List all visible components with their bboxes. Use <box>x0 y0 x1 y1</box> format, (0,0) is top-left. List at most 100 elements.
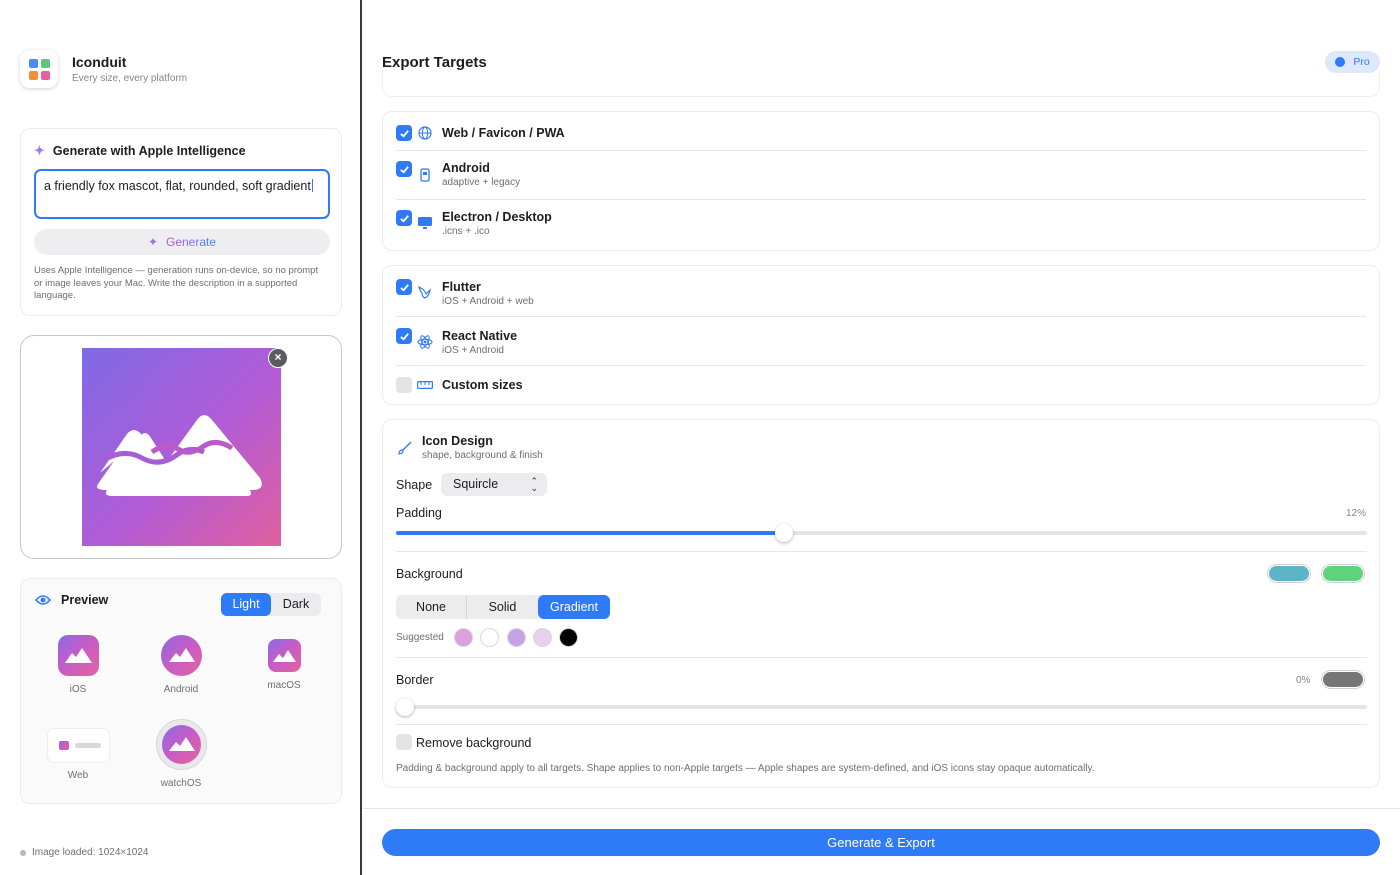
border-slider-knob[interactable] <box>396 698 414 716</box>
flutter-checkbox[interactable] <box>396 279 412 295</box>
light-mode-button[interactable]: Light <box>221 593 271 616</box>
generate-button-label: Generate <box>166 235 217 249</box>
background-mode-segmented: None Solid Gradient <box>396 595 610 619</box>
platform-label: macOS <box>267 680 301 691</box>
app-logo <box>20 50 58 88</box>
appearance-toggle: Light Dark <box>221 593 321 616</box>
target-name: Custom sizes <box>442 378 523 392</box>
atom-icon <box>417 334 433 350</box>
target-row-react-native[interactable]: React Native iOS + Android <box>396 317 1366 366</box>
app-header: Iconduit Every size, every platform <box>20 50 187 88</box>
android-checkbox[interactable] <box>396 161 412 177</box>
preview-web: Web <box>38 725 118 781</box>
watchos-icon-preview <box>161 725 201 764</box>
generate-export-button[interactable]: Generate & Export <box>382 829 1380 856</box>
padding-slider-fill <box>396 531 785 535</box>
android-icon-preview <box>160 635 202 676</box>
sparkle-icon: ✦ <box>34 143 45 158</box>
main-panel: Export Targets Pro Web / Favicon / PWA A… <box>363 0 1400 875</box>
suggested-color-swatch[interactable] <box>480 628 499 647</box>
source-image <box>82 348 281 546</box>
design-title: Icon Design <box>422 434 493 448</box>
shape-select[interactable]: Squircle ⌃ ⌄ <box>441 473 547 496</box>
favicon-preview <box>58 741 69 750</box>
gradient-start-color-well[interactable] <box>1268 565 1310 582</box>
generate-title: Generate with Apple Intelligence <box>52 144 246 158</box>
border-label: Border <box>396 673 434 687</box>
page-title: Export Targets <box>382 54 487 71</box>
custom-sizes-checkbox[interactable] <box>396 377 412 393</box>
image-drop-card[interactable]: × <box>20 335 342 559</box>
prompt-input[interactable]: a friendly fox mascot, flat, rounded, so… <box>34 169 330 219</box>
suggested-color-swatch[interactable] <box>559 628 578 647</box>
target-name: Electron / Desktop <box>442 210 552 224</box>
sidebar: Iconduit Every size, every platform ✦ Ge… <box>0 0 362 875</box>
platform-label: Android <box>163 684 199 695</box>
gradient-end-color-well[interactable] <box>1322 565 1364 582</box>
design-footnote: Padding & background apply to all target… <box>396 763 1095 774</box>
border-color-well[interactable] <box>1322 671 1364 688</box>
paintbrush-icon <box>398 441 412 455</box>
eye-icon <box>35 595 51 605</box>
target-row-electron[interactable]: Electron / Desktop .icns + .ico <box>396 200 1366 250</box>
platform-label: watchOS <box>160 778 202 789</box>
chevron-updown-icon: ⌃ ⌄ <box>530 476 538 493</box>
scrolled-card-edge <box>382 70 1380 97</box>
shape-label: Shape <box>396 478 433 492</box>
status-text: Image loaded: 1024×1024 <box>32 847 149 858</box>
border-value: 0% <box>1296 675 1311 686</box>
target-row-custom-sizes[interactable]: Custom sizes <box>396 366 1366 404</box>
bg-none-option[interactable]: None <box>396 595 466 619</box>
target-subtitle: .icns + .ico <box>442 226 490 237</box>
divider <box>396 551 1367 552</box>
pro-badge-label: Pro <box>1353 56 1370 68</box>
dark-mode-button[interactable]: Dark <box>271 593 321 616</box>
shape-value: Squircle <box>453 477 499 491</box>
target-subtitle: adaptive + legacy <box>442 177 521 188</box>
border-slider[interactable] <box>396 698 1367 716</box>
sparkle-icon: ✦ <box>147 235 158 249</box>
suggested-color-swatch[interactable] <box>507 628 526 647</box>
target-row-flutter[interactable]: Flutter iOS + Android + web <box>396 266 1366 317</box>
padding-label: Padding <box>396 506 442 520</box>
target-name: Web / Favicon / PWA <box>442 126 565 140</box>
check-icon <box>399 283 409 292</box>
remove-image-button[interactable]: × <box>268 348 288 368</box>
text-caret <box>311 179 313 192</box>
target-row-web[interactable]: Web / Favicon / PWA <box>396 112 1366 151</box>
check-icon <box>399 165 409 174</box>
preview-android: Android <box>141 635 221 695</box>
suggested-color-swatch[interactable] <box>454 628 473 647</box>
target-name: Android <box>442 161 490 175</box>
suggested-label: Suggested <box>396 632 444 643</box>
padding-slider[interactable] <box>396 524 1367 542</box>
target-subtitle: iOS + Android <box>442 345 504 356</box>
suggested-color-swatch[interactable] <box>533 628 552 647</box>
bg-gradient-option[interactable]: Gradient <box>538 595 610 619</box>
check-icon <box>399 332 409 341</box>
target-subtitle: iOS + Android + web <box>442 296 534 307</box>
targets-card-frameworks: Flutter iOS + Android + web React Native… <box>382 265 1380 405</box>
web-tab-preview <box>47 729 109 762</box>
preview-macos: macOS <box>244 635 324 691</box>
check-icon <box>399 214 409 223</box>
status-bar: Image loaded: 1024×1024 <box>20 847 149 858</box>
target-row-android[interactable]: Android adaptive + legacy <box>396 151 1366 200</box>
generate-button[interactable]: ✦ Generate <box>34 229 330 255</box>
web-checkbox[interactable] <box>396 125 412 141</box>
close-icon: × <box>274 350 282 364</box>
electron-checkbox[interactable] <box>396 210 412 226</box>
divider <box>396 724 1367 725</box>
generate-note: Uses Apple Intelligence — generation run… <box>34 265 319 301</box>
react-native-checkbox[interactable] <box>396 328 412 344</box>
targets-card-web: Web / Favicon / PWA Android adaptive + l… <box>382 111 1380 251</box>
mountains-icon <box>97 415 262 496</box>
target-name: Flutter <box>442 280 481 294</box>
remove-background-checkbox[interactable] <box>396 734 412 750</box>
platform-label: iOS <box>69 684 87 695</box>
bg-solid-option[interactable]: Solid <box>466 595 538 619</box>
preview-card: Preview Light Dark iOS Android macOS Web… <box>20 578 342 804</box>
macos-icon-preview <box>267 639 301 672</box>
target-name: React Native <box>442 329 518 343</box>
app-subtitle: Every size, every platform <box>72 73 188 84</box>
